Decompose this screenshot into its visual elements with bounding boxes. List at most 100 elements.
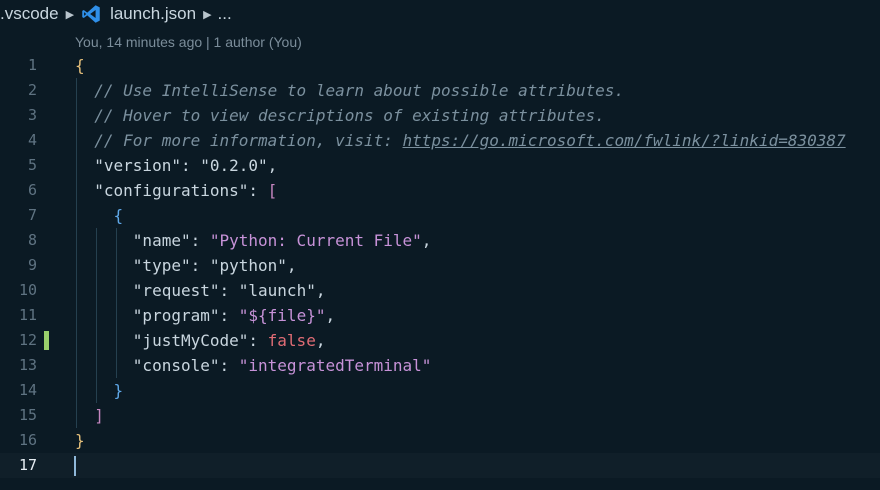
line-number: 13 bbox=[18, 356, 37, 374]
code-text: } bbox=[75, 378, 124, 403]
code-token: : bbox=[180, 156, 201, 175]
breadcrumb-file[interactable]: launch.json bbox=[110, 4, 196, 24]
code-line[interactable]: 12 "justMyCode": false, bbox=[0, 328, 880, 353]
code-text: "configurations": [ bbox=[75, 178, 277, 203]
code-token: : bbox=[248, 331, 268, 350]
code-text: { bbox=[75, 53, 85, 78]
code-text: "justMyCode": false, bbox=[75, 328, 326, 353]
code-token: "program" bbox=[132, 306, 220, 325]
breadcrumb: .vscode ▶ launch.json ▶ ... bbox=[0, 0, 880, 28]
code-token: , bbox=[325, 306, 336, 325]
code-text: "name": "Python: Current File", bbox=[75, 228, 432, 253]
code-line[interactable]: 14 } bbox=[0, 378, 880, 403]
code-token: : bbox=[219, 356, 239, 375]
line-number: 8 bbox=[27, 231, 37, 249]
code-token: "version" bbox=[94, 156, 181, 175]
code-line[interactable]: 15 ] bbox=[0, 403, 880, 428]
code-token: "request" bbox=[132, 281, 220, 300]
code-token: "launch" bbox=[238, 281, 316, 300]
code-token: "name" bbox=[132, 231, 191, 250]
code-token: "${file}" bbox=[238, 306, 326, 325]
code-token: : bbox=[248, 181, 268, 200]
code-line[interactable]: 13 "console": "integratedTerminal" bbox=[0, 353, 880, 378]
code-token: "python" bbox=[209, 256, 287, 275]
code-text: ] bbox=[75, 403, 104, 428]
line-number: 5 bbox=[27, 156, 37, 174]
breadcrumb-more[interactable]: ... bbox=[218, 4, 232, 24]
vscode-icon bbox=[82, 5, 100, 23]
code-text: "version": "0.2.0", bbox=[75, 153, 277, 178]
code-text: { bbox=[75, 203, 124, 228]
code-link[interactable]: https://go.microsoft.com/fwlink/?linkid=… bbox=[403, 131, 846, 150]
code-editor[interactable]: 1{2 // Use IntelliSense to learn about p… bbox=[0, 53, 880, 490]
code-token: , bbox=[421, 231, 432, 250]
chevron-right-icon: ▶ bbox=[65, 8, 75, 21]
line-number: 16 bbox=[18, 431, 37, 449]
breadcrumb-folder[interactable]: .vscode bbox=[0, 4, 59, 24]
code-token: } bbox=[75, 431, 85, 450]
code-line[interactable]: 9 "type": "python", bbox=[0, 253, 880, 278]
chevron-right-icon: ▶ bbox=[203, 8, 212, 21]
code-token: : bbox=[190, 231, 210, 250]
code-line[interactable]: 2 // Use IntelliSense to learn about pos… bbox=[0, 78, 880, 103]
git-blame-codelens[interactable]: You, 14 minutes ago | 1 author (You) bbox=[75, 34, 302, 50]
code-token: "Python: Current File" bbox=[209, 231, 422, 250]
line-number: 11 bbox=[18, 306, 37, 324]
code-line[interactable]: 7 { bbox=[0, 203, 880, 228]
line-number: 3 bbox=[27, 106, 37, 124]
code-token: , bbox=[315, 281, 326, 300]
code-token: : bbox=[190, 256, 210, 275]
modified-line-marker[interactable] bbox=[44, 331, 49, 350]
line-number: 14 bbox=[18, 381, 37, 399]
code-line[interactable]: 16} bbox=[0, 428, 880, 453]
line-number: 4 bbox=[27, 131, 37, 149]
code-line[interactable]: 17 bbox=[0, 453, 880, 478]
code-text: "request": "launch", bbox=[75, 278, 326, 303]
line-number: 2 bbox=[27, 81, 37, 99]
code-token: "configurations" bbox=[94, 181, 249, 200]
line-number: 6 bbox=[27, 181, 37, 199]
code-token: "integratedTerminal" bbox=[238, 356, 432, 375]
code-text: "program": "${file}", bbox=[75, 303, 335, 328]
code-line[interactable]: 10 "request": "launch", bbox=[0, 278, 880, 303]
code-token: "0.2.0" bbox=[200, 156, 268, 175]
line-number: 10 bbox=[18, 281, 37, 299]
code-token: "type" bbox=[132, 256, 191, 275]
code-token: { bbox=[75, 56, 85, 75]
code-line[interactable]: 1{ bbox=[0, 53, 880, 78]
code-text: // Hover to view descriptions of existin… bbox=[75, 103, 605, 128]
code-line[interactable]: 8 "name": "Python: Current File", bbox=[0, 228, 880, 253]
line-number: 17 bbox=[18, 456, 37, 474]
code-line[interactable]: 11 "program": "${file}", bbox=[0, 303, 880, 328]
code-line[interactable]: 5 "version": "0.2.0", bbox=[0, 153, 880, 178]
code-token: ] bbox=[94, 406, 104, 425]
code-text: "console": "integratedTerminal" bbox=[75, 353, 432, 378]
code-token: false bbox=[267, 331, 316, 350]
code-line[interactable]: 6 "configurations": [ bbox=[0, 178, 880, 203]
line-number: 1 bbox=[27, 56, 37, 74]
code-line[interactable]: 3 // Hover to view descriptions of exist… bbox=[0, 103, 880, 128]
line-number: 7 bbox=[27, 206, 37, 224]
code-token: "console" bbox=[132, 356, 220, 375]
code-token: { bbox=[113, 206, 124, 225]
code-line[interactable]: 4 // For more information, visit: https:… bbox=[0, 128, 880, 153]
code-token: // For more information, visit: bbox=[94, 131, 403, 150]
line-number: 15 bbox=[18, 406, 37, 424]
code-token: "justMyCode" bbox=[132, 331, 249, 350]
code-token: : bbox=[219, 306, 239, 325]
code-token: } bbox=[113, 381, 124, 400]
code-token: : bbox=[219, 281, 239, 300]
code-token: // Hover to view descriptions of existin… bbox=[94, 106, 605, 125]
